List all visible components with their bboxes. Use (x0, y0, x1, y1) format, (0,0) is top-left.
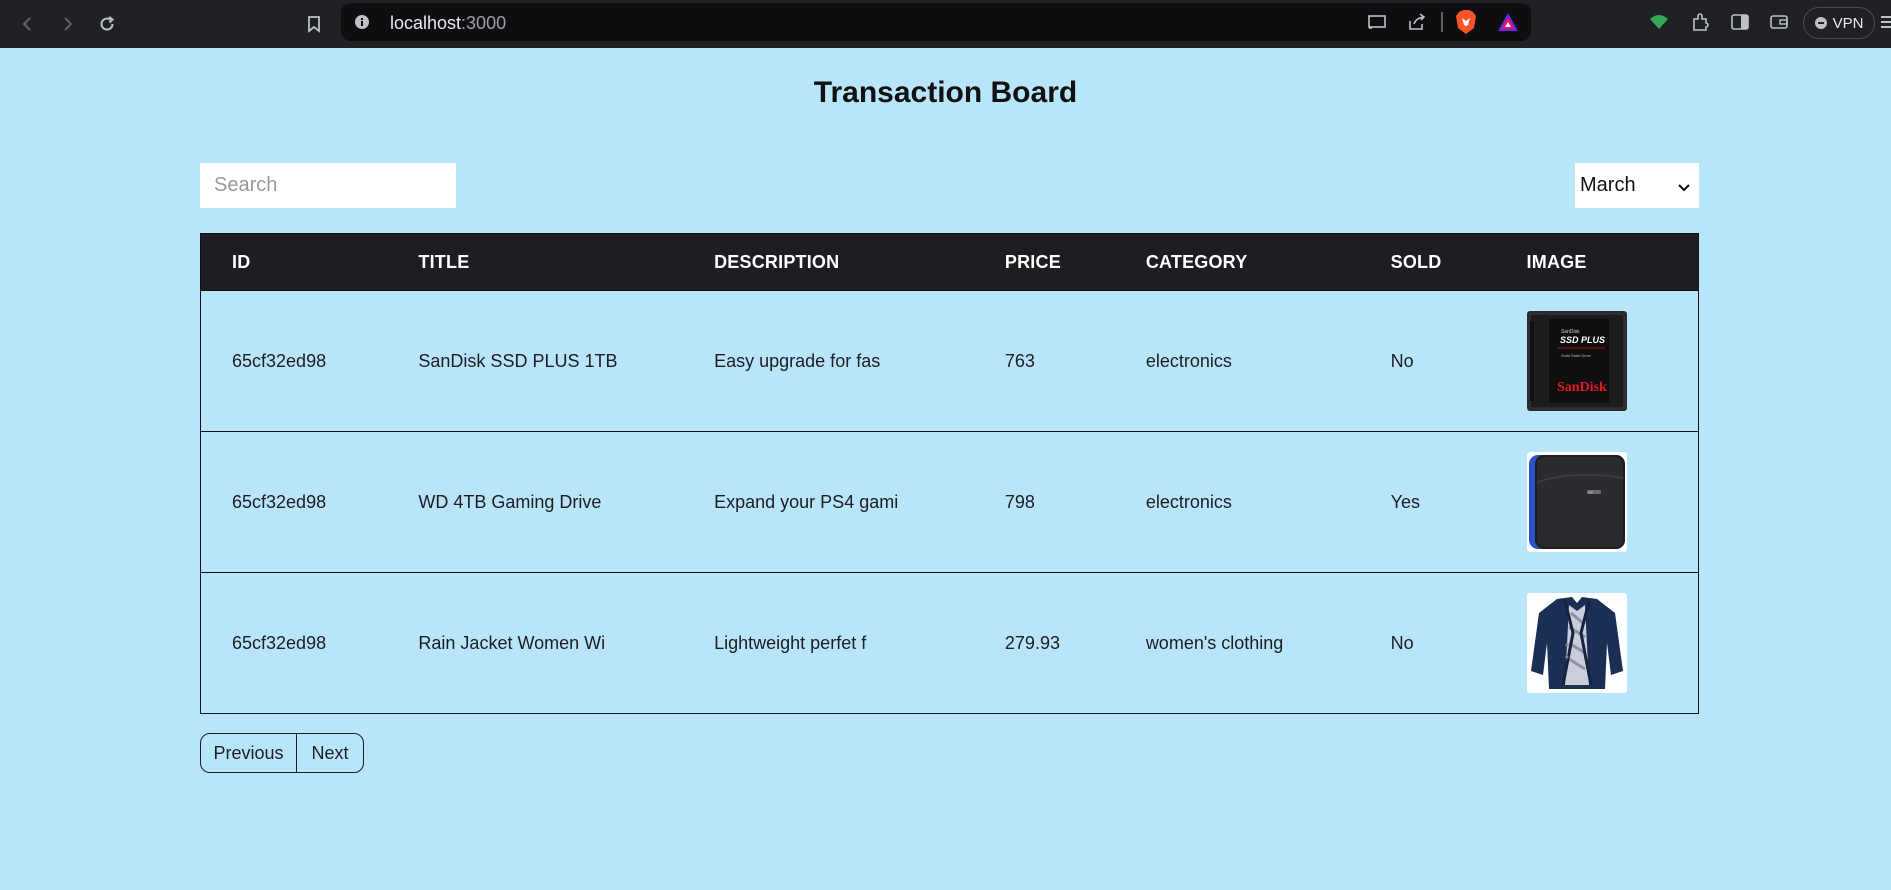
column-header-title: TITLE (418, 251, 470, 272)
forward-icon[interactable] (53, 10, 81, 38)
site-info-icon[interactable] (354, 14, 370, 30)
wallet-icon[interactable] (1769, 13, 1789, 31)
table-header-row: ID TITLE DESCRIPTION PRICE CATEGORY SOLD… (200, 233, 1699, 291)
url-text[interactable]: localhost:3000 (390, 13, 506, 34)
cell-description: Expand your PS4 gami (714, 491, 899, 512)
cast-icon[interactable] (1367, 13, 1387, 31)
cell-price: 798 (1004, 491, 1035, 512)
cell-id: 65cf32ed98 (232, 350, 327, 371)
column-header-sold: SOLD (1390, 251, 1442, 272)
previous-button[interactable]: Previous (201, 734, 297, 772)
table-row: 65cf32ed98 SanDisk SSD PLUS 1TB Easy upg… (200, 290, 1699, 432)
jacket-image (1526, 593, 1627, 693)
browser-toolbar: localhost:3000 VPN (0, 0, 1891, 48)
column-header-price: PRICE (1004, 251, 1061, 272)
extensions-icon[interactable] (1690, 12, 1710, 32)
cell-category: electronics (1145, 491, 1232, 512)
url-port: :3000 (461, 13, 507, 33)
cell-id: 65cf32ed98 (232, 491, 327, 512)
address-bar[interactable]: localhost:3000 (341, 3, 1531, 41)
pagination: Previous Next (200, 733, 364, 773)
cell-image (1496, 573, 1699, 714)
cell-image: SanDisk SSD PLUS Solid State Drive SanDi… (1496, 291, 1699, 432)
column-header-image: IMAGE (1526, 251, 1587, 272)
reload-icon[interactable] (93, 10, 121, 38)
table-row: 65cf32ed98 Rain Jacket Women Wi Lightwei… (200, 572, 1699, 714)
cell-price: 279.93 (1004, 632, 1060, 653)
rewards-icon[interactable] (1497, 12, 1519, 32)
cell-title: SanDisk SSD PLUS 1TB (418, 350, 618, 371)
month-select-value: March (1580, 174, 1636, 196)
ssd-label-product: SSD PLUS (1560, 335, 1605, 345)
column-header-description: DESCRIPTION (714, 251, 840, 272)
cell-description: Lightweight perfet f (714, 632, 867, 653)
cell-title: Rain Jacket Women Wi (418, 632, 606, 653)
cell-id: 65cf32ed98 (232, 632, 327, 653)
cell-sold: Yes (1390, 491, 1421, 512)
cell-sold: No (1390, 632, 1414, 653)
transactions-table: ID TITLE DESCRIPTION PRICE CATEGORY SOLD… (200, 233, 1699, 714)
toolbar-divider (1441, 12, 1443, 32)
cell-sold: No (1390, 350, 1414, 371)
vpn-status-icon (1814, 17, 1827, 29)
column-header-id: ID (232, 251, 251, 272)
cell-category: electronics (1145, 350, 1232, 371)
page-title: Transaction Board (813, 76, 1078, 109)
wallet-network-icon[interactable] (1649, 14, 1669, 30)
menu-icon[interactable] (1881, 14, 1891, 30)
cell-category: women's clothing (1145, 632, 1284, 653)
next-button[interactable]: Next (297, 734, 363, 772)
drive-logo: WD (1588, 491, 1594, 495)
bookmark-icon[interactable] (300, 10, 328, 38)
url-host: localhost (390, 13, 462, 33)
cell-price: 763 (1004, 350, 1035, 371)
table-row: 65cf32ed98 WD 4TB Gaming Drive Expand yo… (200, 431, 1699, 573)
column-header-category: CATEGORY (1145, 251, 1248, 272)
cell-image: WD (1496, 432, 1699, 573)
vpn-label: VPN (1832, 14, 1864, 32)
chevron-down-icon (1677, 178, 1691, 201)
sidebar-icon[interactable] (1730, 13, 1750, 31)
brave-shield-icon[interactable] (1455, 9, 1477, 35)
ssd-label-subtitle: Solid State Drive (1561, 353, 1592, 358)
vpn-button[interactable]: VPN (1803, 7, 1875, 39)
ssd-label-logo: SanDisk (1557, 380, 1607, 395)
hard-drive-image: WD (1526, 452, 1627, 552)
search-input[interactable] (200, 163, 456, 208)
cell-title: WD 4TB Gaming Drive (418, 491, 602, 512)
ssd-image: SanDisk SSD PLUS Solid State Drive SanDi… (1526, 311, 1627, 411)
share-icon[interactable] (1407, 13, 1427, 31)
cell-description: Easy upgrade for fas (714, 350, 881, 371)
back-icon[interactable] (14, 10, 42, 38)
month-select[interactable]: March (1575, 163, 1699, 208)
